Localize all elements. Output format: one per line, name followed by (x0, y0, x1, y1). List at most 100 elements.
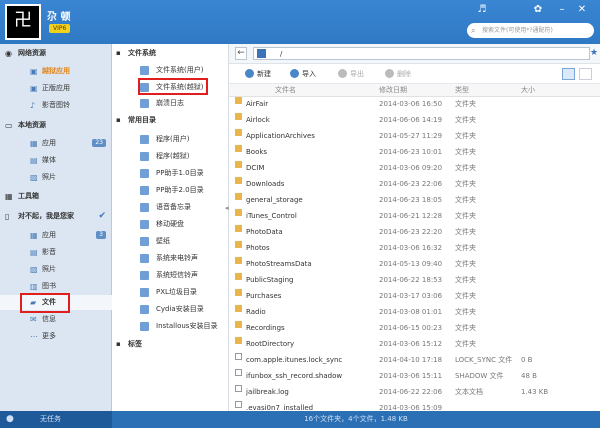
file-date: 2014-03-06 15:12 (379, 340, 443, 348)
column-type[interactable]: 类型 (455, 84, 469, 97)
file-row[interactable]: Radio 2014-03-08 01:01 文件夹 (229, 305, 600, 320)
list-view-icon[interactable] (562, 68, 575, 80)
app-icon: ▦ (30, 139, 38, 148)
folder-icon (235, 225, 242, 232)
tree-item-pp1[interactable]: PP助手1.0目录 (140, 165, 226, 181)
file-row[interactable]: jailbreak.log 2014-06-22 22:06 文本文档 1.43 KB (229, 385, 600, 400)
file-row[interactable]: Downloads 2014-06-23 22:06 文件夹 (229, 177, 600, 192)
file-row[interactable]: ifunbox_ssh_record.shadow 2014-03-06 15:1… (229, 369, 600, 384)
sidebar-item-local-apps[interactable]: ▦ 应用 23 (0, 136, 112, 151)
tree-item-mobile-disk[interactable]: 移动硬盘 (140, 216, 226, 232)
file-row[interactable]: general_storage 2014-06-23 18:05 文件夹 (229, 193, 600, 208)
file-type: 文件夹 (455, 276, 476, 284)
file-date: 2014-03-08 01:01 (379, 308, 443, 316)
file-row[interactable]: Photos 2014-03-06 16:32 文件夹 (229, 241, 600, 256)
file-row[interactable]: DCIM 2014-03-06 09:20 文件夹 (229, 161, 600, 176)
file-row[interactable]: iTunes_Control 2014-06-21 12:28 文件夹 (229, 209, 600, 224)
search-input[interactable]: ⌕ 搜索文件(可使用*?通配符) (467, 23, 594, 38)
sidebar-item-local-media[interactable]: ▤ 媒体 (0, 153, 112, 168)
disk-icon (140, 220, 149, 229)
export-button[interactable]: 导出 (338, 69, 364, 79)
column-name[interactable]: 文件名 (275, 84, 296, 97)
sidebar-item-media[interactable]: ♪ 影音图铃 (0, 98, 112, 113)
tree-item-cydia[interactable]: Cydia安装目录 (140, 301, 226, 317)
sidebar-item-device-media[interactable]: ▤ 影音 (0, 245, 112, 260)
file-row[interactable]: ApplicationArchives 2014-05-27 11:29 文件夹 (229, 129, 600, 144)
delete-button[interactable]: 删除 (385, 69, 411, 79)
sidebar-item-jailbreak-apps[interactable]: ▣ 越狱应用 (0, 64, 112, 79)
tree-item-installous[interactable]: Installous安装目录 (140, 318, 226, 334)
sidebar-item-device-books[interactable]: ▥ 图书 (0, 279, 112, 294)
file-name: Purchases (246, 292, 282, 300)
sidebar-item-device-more[interactable]: ⋯ 更多 (0, 329, 112, 344)
tree-item-programs-jailbreak[interactable]: 程序(越狱) (140, 148, 226, 164)
file-row[interactable]: Books 2014-06-23 10:01 文件夹 (229, 145, 600, 160)
title-bar: 卍 尕 顿 VIP6 ♬ ✿ – ✕ ⌕ 搜索文件(可使用*?通配符) (0, 0, 600, 44)
tree-item-sms-tones[interactable]: 系统短信铃声 (140, 267, 226, 283)
close-icon[interactable]: ✕ (576, 4, 588, 16)
tree-item-pp2[interactable]: PP助手2.0目录 (140, 182, 226, 198)
tree-item-pxl-trash[interactable]: PXL垃圾目录 (140, 284, 226, 300)
tree-item-programs-user[interactable]: 程序(用户) (140, 131, 226, 147)
collapse-arrow-icon[interactable]: ◂ (225, 204, 229, 212)
tree-item-wallpaper[interactable]: 壁纸 (140, 233, 226, 249)
tree-item-voice-memos[interactable]: 语音备忘录 (140, 199, 226, 215)
new-button[interactable]: 新建 (245, 69, 271, 79)
folder-icon (235, 113, 242, 120)
minimize-icon[interactable]: – (556, 4, 568, 16)
path-input[interactable]: / ★ ↻ (253, 47, 598, 60)
skin-icon[interactable]: ✿ (532, 4, 544, 16)
file-date: 2014-06-21 12:28 (379, 212, 443, 220)
sidebar-item-device-photos[interactable]: ▨ 照片 (0, 262, 112, 277)
username[interactable]: 尕 顿 (47, 8, 70, 23)
file-row[interactable]: Purchases 2014-03-17 03:06 文件夹 (229, 289, 600, 304)
film-icon: ▤ (30, 248, 38, 257)
sidebar-item-local-photos[interactable]: ▨ 照片 (0, 170, 112, 185)
file-date: 2014-06-23 22:06 (379, 180, 443, 188)
tree-item-fs-user[interactable]: 文件系统(用户) (140, 62, 226, 78)
section-local[interactable]: ▭ 本地资源 (0, 118, 112, 133)
device-icon (257, 49, 266, 58)
file-row[interactable]: PhotoData 2014-06-23 22:20 文件夹 (229, 225, 600, 240)
tree-header-tags[interactable]: ▪ 标签 (116, 338, 142, 350)
file-row[interactable]: RootDirectory 2014-03-06 15:12 文件夹 (229, 337, 600, 352)
file-name: AirFair (246, 100, 269, 108)
section-toolbox[interactable]: ▦ 工具箱 (0, 189, 112, 204)
section-device[interactable]: ▯ 对不起，我是您家 ✔ (0, 209, 112, 224)
file-row[interactable]: Recordings 2014-06-15 00:23 文件夹 (229, 321, 600, 336)
sidebar-item-device-messages[interactable]: ✉ 信息 (0, 312, 112, 327)
file-toolbar: 新建 导入 导出 删除 (229, 64, 600, 84)
task-icon: ● (6, 414, 14, 424)
import-icon (290, 69, 299, 78)
music-icon[interactable]: ♬ (476, 4, 488, 16)
tree-item-crash-logs[interactable]: 崩溃日志 (140, 95, 226, 111)
star-icon[interactable]: ★ (590, 47, 598, 59)
file-row[interactable]: AirFair 2014-03-06 16:50 文件夹 (229, 97, 600, 112)
tree-item-ringtones[interactable]: 系统来电铃声 (140, 250, 226, 266)
file-row[interactable]: Airlock 2014-06-06 14:19 文件夹 (229, 113, 600, 128)
import-button[interactable]: 导入 (290, 69, 316, 79)
file-size: 0 B (521, 356, 533, 364)
log-icon (140, 99, 149, 108)
section-network[interactable]: ◉ 网络资源 (0, 46, 112, 61)
avatar[interactable]: 卍 (5, 4, 41, 40)
column-size[interactable]: 大小 (521, 84, 535, 97)
task-status[interactable]: ● 无任务 (0, 411, 112, 428)
file-name: PublicStaging (246, 276, 294, 284)
search-placeholder: 搜索文件(可使用*?通配符) (482, 27, 553, 34)
folder-icon (235, 209, 242, 216)
back-button[interactable]: ← (235, 47, 247, 60)
app-icon: ▣ (30, 84, 38, 93)
file-date: 2014-03-06 16:50 (379, 100, 443, 108)
tree-header-common[interactable]: ▪ 常用目录 (116, 114, 156, 126)
more-icon: ⋯ (30, 332, 38, 341)
grid-view-icon[interactable] (579, 68, 592, 80)
file-row[interactable]: PhotoStreamsData 2014-05-13 09:40 文件夹 (229, 257, 600, 272)
sidebar-item-official-apps[interactable]: ▣ 正版应用 (0, 81, 112, 96)
column-date[interactable]: 修改日期 (379, 84, 407, 97)
file-date: 2014-06-23 22:20 (379, 228, 443, 236)
sidebar-item-device-apps[interactable]: ▦ 应用 3 (0, 228, 112, 243)
file-row[interactable]: PublicStaging 2014-06-22 18:53 文件夹 (229, 273, 600, 288)
file-row[interactable]: com.apple.itunes.lock_sync 2014-04-10 17:… (229, 353, 600, 368)
tree-header-filesystem[interactable]: ▪ 文件系统 (116, 47, 156, 59)
